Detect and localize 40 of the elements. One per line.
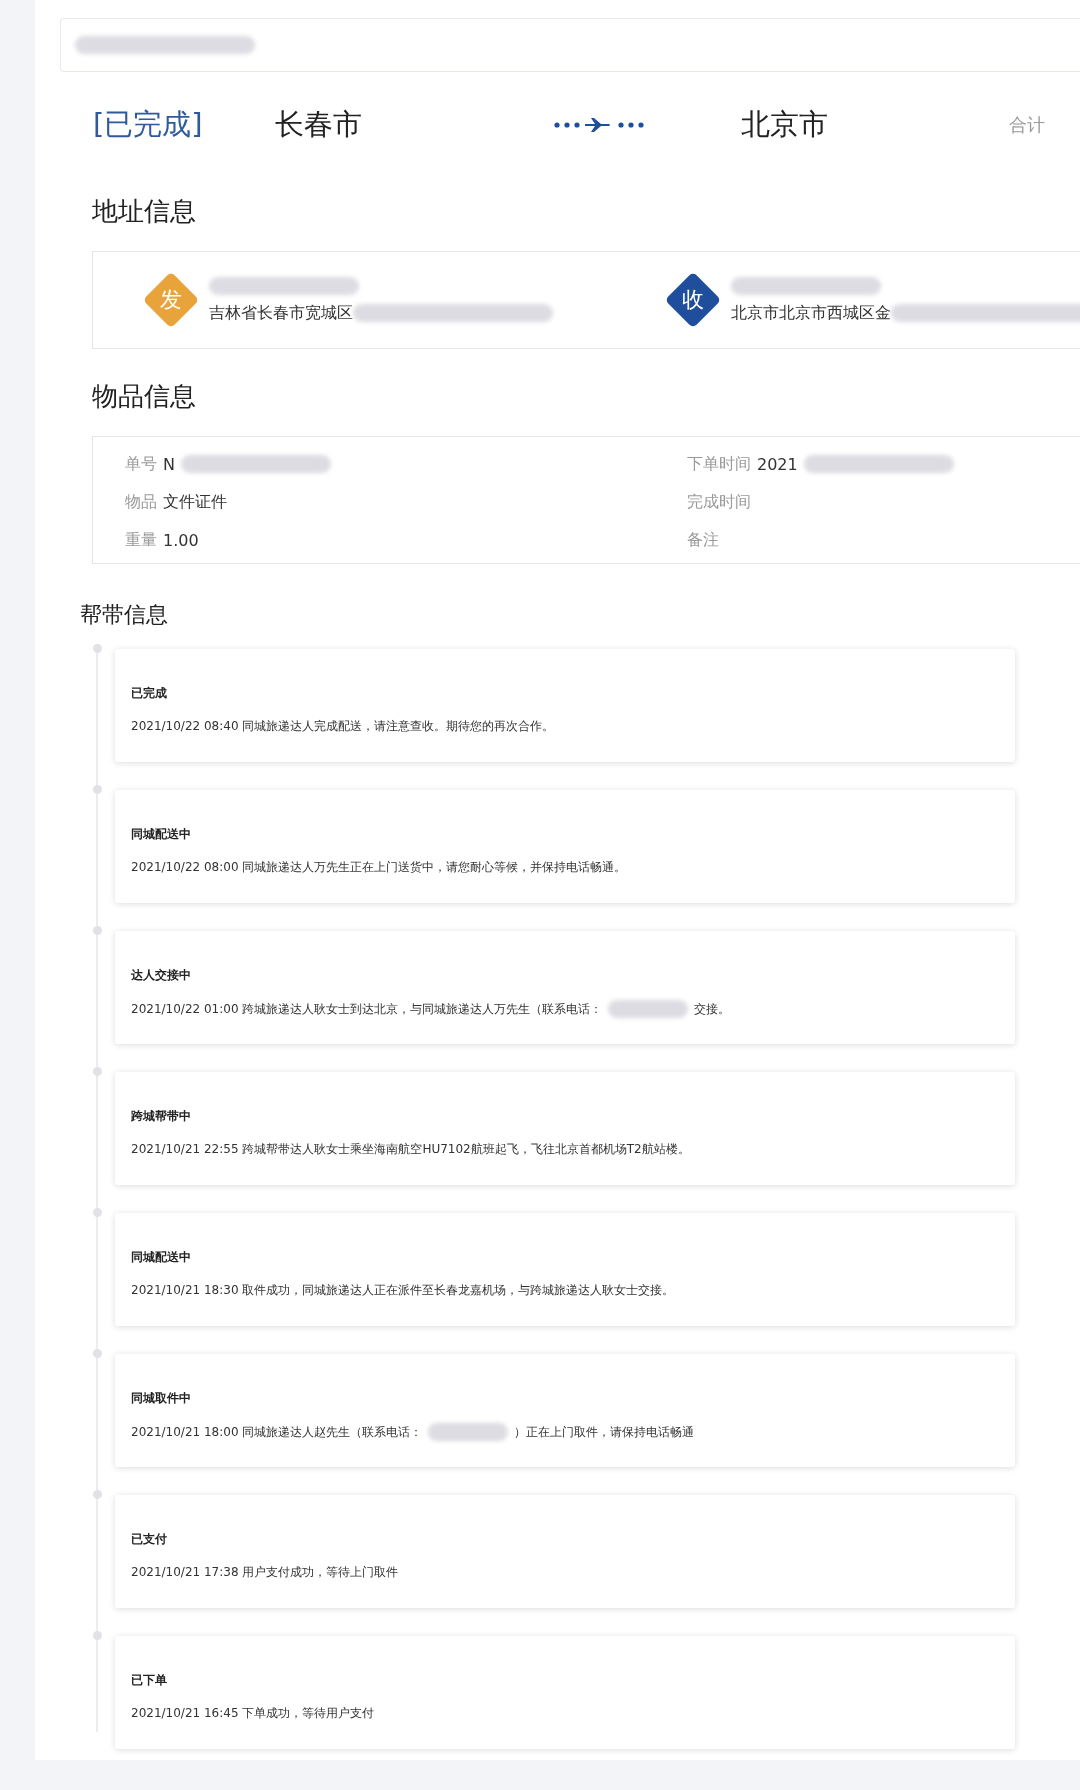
event-description: 2021/10/21 17:38 用户支付成功，等待上门取件 (131, 1564, 399, 1581)
section-title: 地址信息 (92, 195, 197, 228)
field-label: 完成时间 (687, 491, 751, 513)
field-label: 下单时间 (687, 453, 751, 475)
event-title: 同城配送中 (131, 826, 192, 843)
section-title: 帮带信息 (80, 601, 169, 629)
event-title: 达人交接中 (131, 967, 192, 984)
field-value: N (163, 454, 175, 474)
event-description: 2021/10/21 18:30 取件成功，同城旅递达人正在派件至长春龙嘉机场，与跨城旅递达人耿女士交接。 (131, 1282, 675, 1299)
event-description: ）正在上门取件，请保持电话畅通 (514, 1423, 695, 1441)
address-text: 北京市北京市西城区金 (731, 302, 891, 324)
field-label: 备注 (687, 529, 719, 551)
event-description: 2021/10/22 08:40 同城旅递达人完成配送，请注意查收。期待您的再次合作。 (131, 718, 555, 735)
event-description: 2021/10/22 08:00 同城旅递达人万先生正在上门送货中，请您耐心等候，并保持电话畅通。 (131, 859, 627, 876)
event-title: 跨城帮带中 (131, 1108, 192, 1125)
order-status: [已完成] (93, 106, 204, 143)
plane-route-icon (553, 118, 645, 132)
event-description: 2021/10/21 18:00 同城旅递达人赵先生（联系电话： (131, 1423, 423, 1441)
event-title: 已下单 (131, 1672, 168, 1689)
field-label: 物品 (125, 491, 157, 513)
total-label: 合计 (1009, 113, 1045, 137)
event-description: 2021/10/21 16:45 下单成功，等待用户支付 (131, 1705, 375, 1722)
badge: 收 (664, 271, 722, 329)
badge: 发 (142, 271, 200, 329)
address-text: 吉林省长春市宽城区 (209, 302, 353, 324)
event-title: 同城配送中 (131, 1249, 192, 1266)
event-title: 已支付 (131, 1531, 168, 1548)
destination-city: 北京市 (741, 106, 829, 143)
event-title: 已完成 (131, 685, 168, 702)
field-label: 重量 (125, 529, 157, 551)
event-description: 2021/10/22 01:00 跨城旅递达人耿女士到达北京，与同城旅递达人万先生（联系电话： (131, 1000, 603, 1018)
origin-city: 长春市 (275, 106, 363, 143)
field-value: 2021 (757, 454, 798, 474)
event-description: 2021/10/21 22:55 跨城帮带达人耿女士乘坐海南航空HU7102航班起飞，飞往北京首都机场T2航站楼。 (131, 1141, 690, 1158)
section-title: 物品信息 (92, 380, 197, 413)
field-value: 1.00 (163, 530, 199, 550)
field-label: 单号 (125, 453, 157, 475)
field-value: 文件证件 (163, 491, 227, 513)
event-title: 同城取件中 (131, 1390, 192, 1407)
event-description: 交接。 (694, 1000, 731, 1018)
